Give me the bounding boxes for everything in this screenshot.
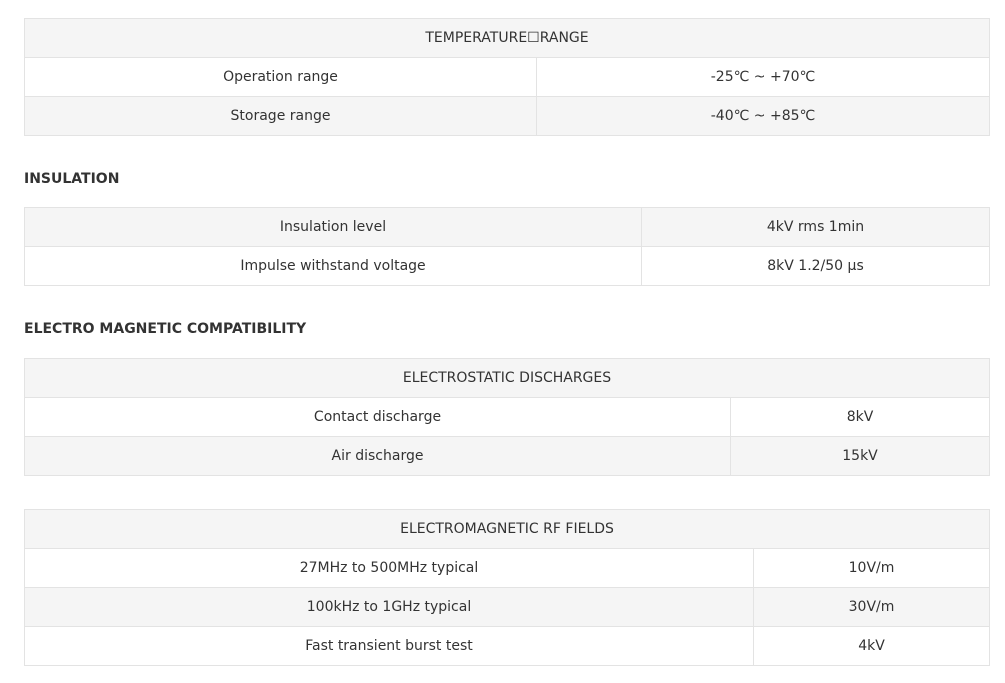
electrostatic-discharges-title: ELECTROSTATIC DISCHARGES: [24, 358, 990, 398]
table-row: Contact discharge 8kV: [24, 397, 990, 437]
impulse-withstand-label: Impulse withstand voltage: [24, 246, 642, 286]
rf-100khz-value: 30V/m: [753, 587, 990, 627]
rf-27mhz-value: 10V/m: [753, 548, 990, 588]
table-row: 100kHz to 1GHz typical 30V/m: [24, 587, 990, 627]
insulation-heading: INSULATION: [24, 171, 120, 187]
insulation-level-value: 4kV rms 1min: [641, 207, 990, 247]
table-row: Fast transient burst test 4kV: [24, 626, 990, 666]
contact-discharge-value: 8kV: [730, 397, 990, 437]
insulation-table: Insulation level 4kV rms 1min Impulse wi…: [24, 207, 990, 286]
rf-100khz-label: 100kHz to 1GHz typical: [24, 587, 754, 627]
operation-range-label: Operation range: [24, 57, 537, 97]
table-row: Impulse withstand voltage 8kV 1.2/50 μs: [24, 246, 990, 286]
air-discharge-label: Air discharge: [24, 436, 731, 476]
rf-27mhz-label: 27MHz to 500MHz typical: [24, 548, 754, 588]
fast-transient-label: Fast transient burst test: [24, 626, 754, 666]
table-header-row: ELECTROSTATIC DISCHARGES: [24, 358, 990, 398]
table-header-row: TEMPERATURE☐RANGE: [24, 18, 990, 58]
storage-range-label: Storage range: [24, 96, 537, 136]
table-row: Storage range -40℃ ~ +85℃: [24, 96, 990, 136]
air-discharge-value: 15kV: [730, 436, 990, 476]
table-row: Operation range -25℃ ~ +70℃: [24, 57, 990, 97]
table-header-row: ELECTROMAGNETIC RF FIELDS: [24, 509, 990, 549]
electrostatic-discharges-table: ELECTROSTATIC DISCHARGES Contact dischar…: [24, 358, 990, 476]
contact-discharge-label: Contact discharge: [24, 397, 731, 437]
emc-heading: ELECTRO MAGNETIC COMPATIBILITY: [24, 321, 307, 337]
fast-transient-value: 4kV: [753, 626, 990, 666]
electromagnetic-rf-fields-title: ELECTROMAGNETIC RF FIELDS: [24, 509, 990, 549]
temperature-range-table: TEMPERATURE☐RANGE Operation range -25℃ ~…: [24, 18, 990, 136]
table-row: Insulation level 4kV rms 1min: [24, 207, 990, 247]
electromagnetic-rf-fields-table: ELECTROMAGNETIC RF FIELDS 27MHz to 500MH…: [24, 509, 990, 666]
impulse-withstand-value: 8kV 1.2/50 μs: [641, 246, 990, 286]
operation-range-value: -25℃ ~ +70℃: [536, 57, 990, 97]
table-row: 27MHz to 500MHz typical 10V/m: [24, 548, 990, 588]
insulation-level-label: Insulation level: [24, 207, 642, 247]
table-row: Air discharge 15kV: [24, 436, 990, 476]
storage-range-value: -40℃ ~ +85℃: [536, 96, 990, 136]
temperature-range-title: TEMPERATURE☐RANGE: [24, 18, 990, 58]
